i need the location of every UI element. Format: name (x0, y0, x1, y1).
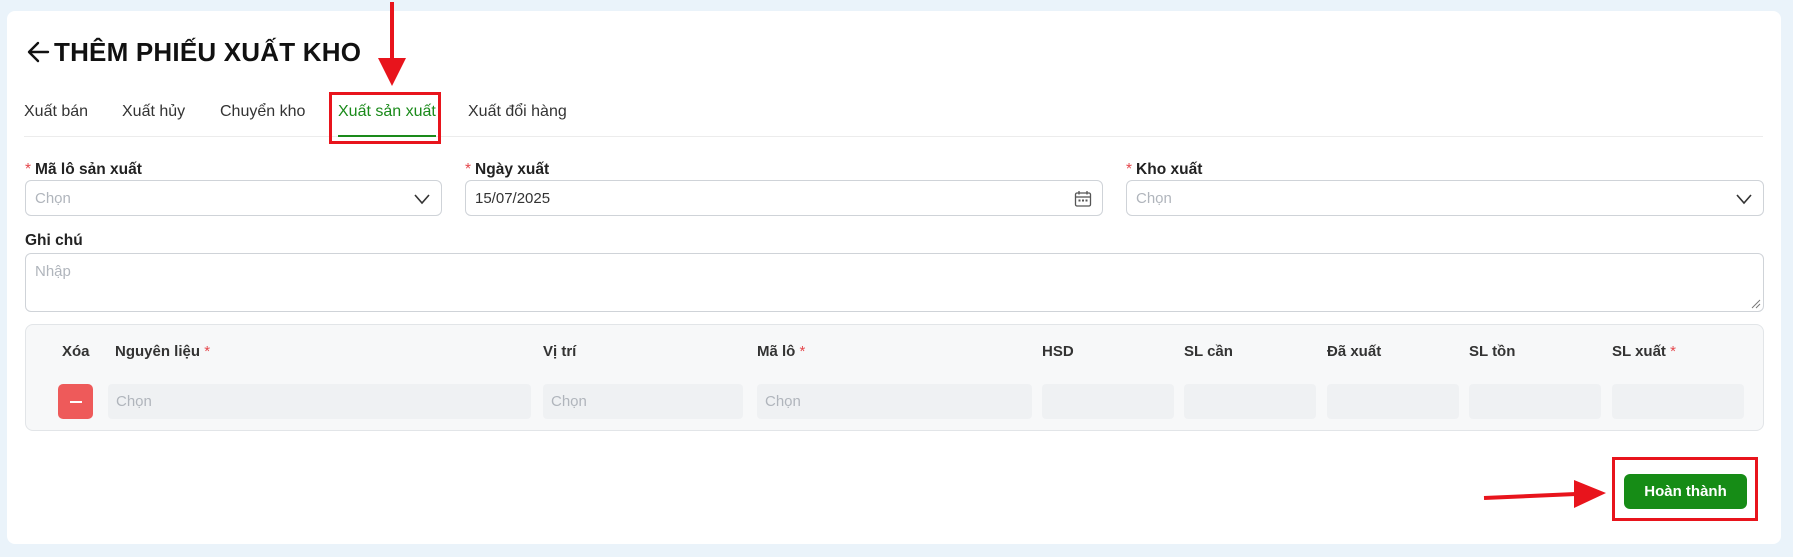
warehouse-select[interactable]: Chọn (1126, 180, 1764, 216)
export-date-value: 15/07/2025 (475, 189, 551, 207)
calendar-icon[interactable] (1074, 190, 1092, 208)
col-header-batch: Mã lô * (757, 343, 809, 360)
col-header-material: Nguyên liệu * (115, 343, 214, 360)
col-header-exported: Đã xuất (1327, 343, 1381, 360)
tab-xuat-ban[interactable]: Xuất bán (24, 100, 88, 137)
col-header-stock: SL tồn (1469, 343, 1515, 360)
location-placeholder: Chọn (551, 393, 587, 410)
exported-cell (1327, 384, 1459, 419)
col-header-text: Đã xuất (1327, 343, 1382, 360)
note-label: Ghi chú (25, 232, 83, 249)
required-mark: * (465, 161, 472, 178)
materials-table: Xóa Nguyên liệu * Vị trí Mã lô * HSD SL … (25, 324, 1764, 431)
export-date-label: * Ngày xuất (465, 161, 549, 179)
annotation-arrow-right-icon (1483, 480, 1606, 508)
col-header-text: SL tồn (1469, 343, 1516, 360)
col-header-text: Nguyên liệu (115, 343, 201, 360)
col-header-text: SL xuất (1612, 343, 1666, 360)
col-header-text: SL cần (1184, 343, 1233, 360)
warehouse-placeholder: Chọn (1136, 189, 1172, 207)
delete-row-button[interactable] (58, 384, 93, 419)
warehouse-label-text: Kho xuất (1136, 161, 1203, 178)
tab-xuat-doi-hang[interactable]: Xuất đổi hàng (468, 100, 567, 137)
col-header-text: Mã lô (757, 343, 796, 360)
note-textarea[interactable]: Nhập (25, 253, 1764, 312)
batch-code-label: * Mã lô sản xuất (25, 161, 142, 179)
location-select[interactable]: Chọn (543, 384, 743, 419)
annotation-box-button (1612, 457, 1758, 521)
batch-placeholder: Chọn (765, 393, 801, 410)
annotation-box-tab (329, 92, 441, 144)
col-header-delete: Xóa (62, 343, 90, 360)
material-placeholder: Chọn (116, 393, 152, 410)
chevron-down-icon (1736, 194, 1752, 205)
note-placeholder: Nhập (35, 263, 71, 280)
col-header-expiry: HSD (1042, 343, 1074, 360)
required-mark: * (204, 343, 211, 360)
batch-code-label-text: Mã lô sản xuất (35, 161, 142, 178)
col-header-text: HSD (1042, 343, 1074, 360)
minus-icon (69, 400, 82, 403)
tab-xuat-huy[interactable]: Xuất hủy (122, 100, 185, 137)
col-header-text: Xóa (62, 343, 90, 360)
col-header-qty-export: SL xuất * (1612, 343, 1680, 360)
required-mark: * (1126, 161, 1133, 178)
required-mark: * (799, 343, 806, 360)
required-mark: * (25, 161, 32, 178)
annotation-arrow-down-icon (378, 2, 406, 86)
batch-select[interactable]: Chọn (757, 384, 1032, 419)
col-header-qty-needed: SL cần (1184, 343, 1233, 360)
col-header-text: Vị trí (543, 343, 577, 360)
col-header-location: Vị trí (543, 343, 576, 360)
page-title: THÊM PHIẾU XUẤT KHO (54, 36, 362, 67)
qty-export-input[interactable] (1612, 384, 1744, 419)
resize-grip-icon[interactable] (1751, 299, 1761, 309)
tab-bar: Xuất bán Xuất hủy Chuyển kho Xuất sản xu… (24, 94, 1763, 137)
warehouse-label: * Kho xuất (1126, 161, 1202, 179)
qty-needed-cell (1184, 384, 1316, 419)
tab-chuyen-kho[interactable]: Chuyển kho (220, 100, 305, 137)
export-date-input[interactable]: 15/07/2025 (465, 180, 1103, 216)
stock-cell (1469, 384, 1601, 419)
required-mark: * (1670, 343, 1676, 360)
export-date-label-text: Ngày xuất (475, 161, 550, 178)
material-select[interactable]: Chọn (108, 384, 531, 419)
back-arrow-icon[interactable] (26, 39, 52, 65)
batch-code-select[interactable]: Chọn (25, 180, 442, 216)
chevron-down-icon (414, 194, 430, 205)
expiry-cell (1042, 384, 1174, 419)
page-header: THÊM PHIẾU XUẤT KHO (26, 34, 361, 70)
batch-code-placeholder: Chọn (35, 189, 71, 207)
